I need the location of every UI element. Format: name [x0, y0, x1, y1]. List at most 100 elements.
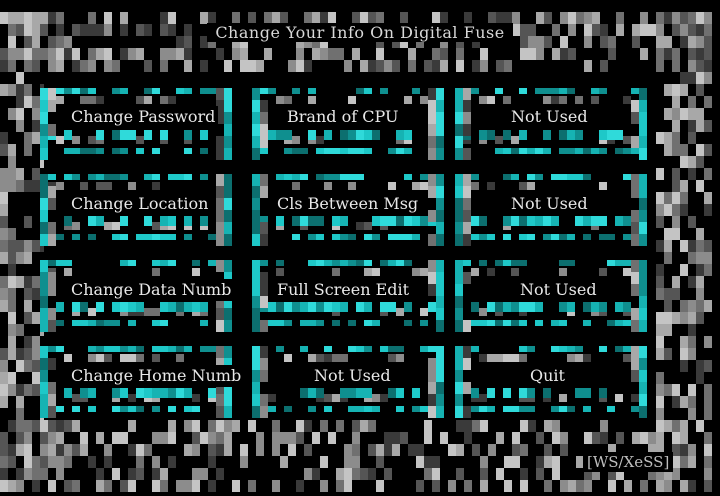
menu-quit[interactable]: Quit [527, 365, 568, 387]
frame-block [688, 60, 696, 72]
frame-block [672, 420, 680, 432]
frame-block [288, 432, 296, 444]
glyph-block [224, 186, 232, 198]
frame-block [216, 432, 224, 444]
glyph-block [455, 88, 463, 100]
frame-block [128, 480, 136, 492]
frame-block [32, 132, 40, 144]
menu-full-screen-edit[interactable]: Full Screen Edit [274, 279, 413, 301]
glyph-block [40, 394, 48, 406]
frame-block [480, 60, 488, 72]
glyph-block [316, 302, 324, 312]
glyph-block [300, 388, 308, 398]
menu-change-data-numb[interactable]: Change Data Numb [68, 279, 235, 301]
menu-not-used-1[interactable]: Not Used [508, 106, 591, 128]
glyph-block [324, 148, 332, 154]
frame-block [0, 384, 8, 396]
frame-block [192, 468, 200, 480]
glyph-block [455, 186, 463, 198]
frame-block [616, 432, 624, 444]
glyph-block [88, 234, 96, 240]
glyph-block [348, 234, 356, 240]
menu-not-used-2[interactable]: Not Used [508, 193, 591, 215]
frame-block [688, 168, 696, 180]
frame-block [208, 420, 216, 432]
glyph-block [48, 234, 56, 246]
glyph-block [160, 216, 168, 226]
glyph-block [252, 124, 260, 136]
frame-block [664, 48, 672, 60]
glyph-block [535, 148, 543, 154]
glyph-block [64, 216, 72, 226]
glyph-block [436, 260, 444, 272]
frame-block [400, 432, 408, 444]
frame-block [688, 396, 696, 408]
glyph-block [152, 260, 160, 266]
glyph-block [120, 174, 128, 180]
frame-block [56, 468, 64, 480]
glyph-block [260, 260, 268, 266]
glyph-block [639, 358, 647, 370]
frame-block [704, 264, 712, 276]
menu-not-used-3[interactable]: Not Used [517, 279, 600, 301]
glyph-block [72, 406, 80, 412]
glyph-block [292, 174, 300, 180]
glyph-block [519, 130, 527, 140]
glyph-block [607, 234, 615, 240]
glyph-block [160, 302, 168, 312]
frame-block [320, 48, 328, 60]
glyph-block [639, 88, 647, 100]
frame-block [8, 252, 16, 264]
glyph-block [216, 320, 224, 332]
frame-block [696, 252, 704, 264]
glyph-block [463, 210, 471, 222]
frame-block [0, 192, 8, 204]
menu-change-password[interactable]: Change Password [68, 106, 219, 128]
menu-not-used-4[interactable]: Not Used [311, 365, 394, 387]
glyph-block [388, 354, 396, 362]
glyph-block [551, 88, 559, 94]
glyph-block [152, 308, 160, 316]
glyph-block [40, 222, 48, 234]
glyph-block [567, 260, 575, 266]
frame-block [8, 264, 16, 276]
frame-block [536, 48, 544, 60]
glyph-block [252, 308, 260, 320]
glyph-block [48, 320, 56, 332]
frame-block [432, 60, 440, 72]
frame-block [680, 444, 688, 456]
glyph-block [284, 302, 292, 312]
glyph-block [479, 308, 487, 316]
glyph-block [340, 354, 348, 362]
glyph-block [136, 406, 144, 412]
frame-block [560, 444, 568, 456]
menu-change-location[interactable]: Change Location [68, 193, 212, 215]
glyph-block [80, 182, 88, 190]
frame-block [672, 204, 680, 216]
menu-brand-of-cpu[interactable]: Brand of CPU [284, 106, 402, 128]
frame-block [136, 444, 144, 456]
glyph-block [487, 96, 495, 104]
glyph-block [420, 216, 428, 226]
frame-block [408, 48, 416, 60]
menu-change-home-numb[interactable]: Change Home Numb [68, 365, 245, 387]
glyph-block [176, 88, 184, 94]
frame-block [184, 48, 192, 60]
glyph-block [252, 136, 260, 148]
glyph-block [487, 130, 495, 140]
frame-block [16, 276, 24, 288]
glyph-block [583, 388, 591, 398]
glyph-block [639, 100, 647, 112]
frame-block [64, 456, 72, 468]
frame-block [56, 48, 64, 60]
glyph-block [639, 124, 647, 136]
frame-block [32, 108, 40, 120]
glyph-block [455, 358, 463, 370]
glyph-block [404, 234, 412, 240]
frame-block [16, 408, 24, 420]
glyph-block [396, 260, 404, 266]
glyph-block [380, 302, 388, 312]
glyph-block [455, 320, 463, 332]
menu-cls-between-msg[interactable]: Cls Between Msg [274, 193, 422, 215]
glyph-block [252, 320, 260, 332]
